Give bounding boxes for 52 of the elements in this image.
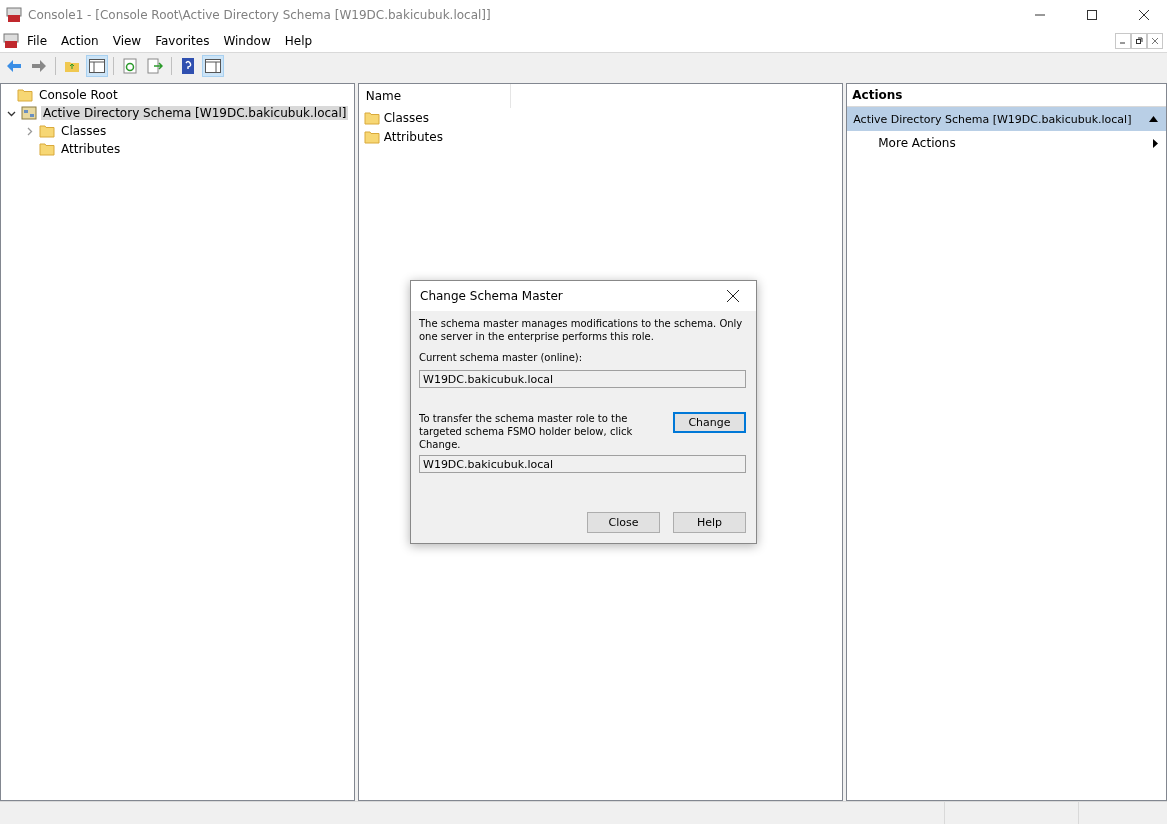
schema-snapin-icon	[21, 105, 37, 121]
refresh-icon	[122, 58, 138, 74]
help-icon	[181, 58, 195, 74]
console-tree-icon	[89, 59, 105, 73]
action-pane-button[interactable]	[202, 55, 224, 77]
menu-item[interactable]: Help	[277, 34, 320, 48]
window-title: Console1 - [Console Root\Active Directory Schema [W19DC.bakicubuk.local]]	[28, 8, 492, 22]
app-icon[interactable]	[2, 33, 20, 49]
menu-item[interactable]: File	[20, 34, 55, 48]
maximize-icon	[1087, 10, 1097, 20]
description-text: The schema master manages modifications to the schema. Only one server in the enterprise performs this role.	[419, 317, 744, 343]
close-button[interactable]	[1147, 33, 1163, 49]
close-icon	[1151, 37, 1159, 45]
tree-item[interactable]: Classes	[59, 124, 109, 138]
tree-item[interactable]: Console Root	[37, 88, 120, 102]
list-item[interactable]: Classes	[383, 110, 429, 125]
back-arrow-icon	[6, 59, 22, 73]
menu-item[interactable]: Window	[216, 34, 278, 48]
export-icon	[147, 58, 163, 74]
forward-arrow-icon	[31, 59, 47, 73]
restore-button[interactable]	[1131, 33, 1147, 49]
restore-icon	[1135, 37, 1143, 45]
dialog-button[interactable]: Close	[587, 512, 660, 533]
field-label: Current schema master (online):	[419, 351, 584, 364]
folder-icon	[39, 124, 55, 138]
column-header[interactable]: Name	[358, 84, 511, 108]
folder-icon	[39, 142, 55, 156]
tree-item[interactable]: Attributes	[59, 142, 123, 156]
tree-item[interactable]: Active Directory Schema [W19DC.bakicubuk.local]	[41, 106, 349, 120]
menu-item[interactable]: View	[105, 34, 149, 48]
close-icon	[727, 290, 739, 302]
folder-up-icon	[64, 59, 80, 73]
folder-icon	[363, 129, 380, 144]
menu-item[interactable]: Action	[54, 34, 106, 48]
target-master-field[interactable]: W19DC.bakicubuk.local	[419, 455, 746, 473]
dialog-button[interactable]: Help	[673, 512, 746, 533]
export-list-button[interactable]	[144, 55, 166, 77]
action-item[interactable]: More Actions	[847, 131, 1166, 155]
folder-icon	[363, 110, 380, 125]
current-master-field[interactable]: W19DC.bakicubuk.local	[419, 370, 746, 388]
app-icon	[6, 7, 22, 23]
console-tree-button[interactable]	[86, 55, 108, 77]
action-pane-icon	[205, 59, 221, 73]
folder-icon	[17, 88, 33, 102]
close-icon	[1139, 10, 1149, 20]
transfer-text: To transfer the schema master role to the targeted schema FSMO holder below, click Change.	[419, 412, 634, 451]
submenu-arrow-icon	[1153, 138, 1158, 148]
dialog-title: Change Schema Master	[420, 289, 563, 303]
list-item[interactable]: Attributes	[383, 129, 443, 144]
actions-section[interactable]: Active Directory Schema [W19DC.bakicubuk.local]	[847, 107, 1166, 131]
menu-item[interactable]: Favorites	[148, 34, 217, 48]
change-button[interactable]: Change	[673, 412, 746, 433]
